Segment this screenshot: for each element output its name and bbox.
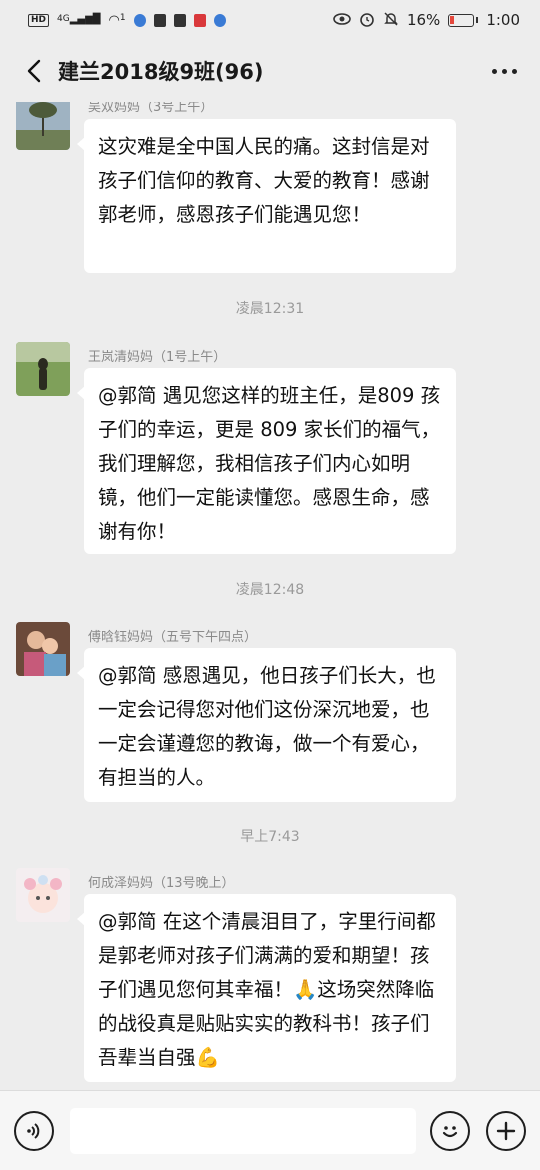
app-icon-notification <box>133 13 146 27</box>
app-icon-shield <box>173 13 186 27</box>
battery-tip <box>476 17 479 23</box>
message-bubble[interactable]: @郭简 遇见您这样的班主任，是809 孩子们的幸运，更是 809 家长们的福气，… <box>77 368 456 554</box>
app-icon-weibo <box>193 13 206 27</box>
sender-name: 吴双妈妈（3号上午） <box>88 102 214 115</box>
status-left: HD 4G▂▄▆█ ◠1 <box>28 12 226 28</box>
battery-icon <box>448 13 475 27</box>
app-icon-sim <box>153 13 166 27</box>
plus-icon <box>496 1121 516 1140</box>
message-bubble[interactable]: 这灾难是全中国人民的痛。这封信是对孩子们信仰的教育、大爱的教育！感谢郭老师，感恩… <box>77 119 456 273</box>
sender-name: 何成泽妈妈（13号晚上） <box>88 876 235 891</box>
message-text: @郭简 在这个清晨泪目了，字里行间都是郭老师对孩子们满满的爱和期望！孩子们遇见您… <box>98 910 436 1069</box>
status-right: 16% 1:00 <box>333 11 520 30</box>
mute-bell-icon <box>383 11 399 30</box>
message-text: 这灾难是全中国人民的痛。这封信是对孩子们信仰的教育、大爱的教育！感谢郭老师，感恩… <box>98 135 430 226</box>
smiley-icon <box>442 1125 458 1137</box>
chat-messages[interactable]: 吴双妈妈（3号上午） 这灾难是全中国人民的痛。这封信是对孩子们信仰的教育、大爱的… <box>0 102 540 1090</box>
timestamp: 凌晨12:48 <box>235 582 305 598</box>
more-button[interactable] <box>484 53 524 89</box>
sender-name: 傅晗钰妈妈（五号下午四点） <box>88 630 258 645</box>
message-bubble[interactable]: @郭简 在这个清晨泪目了，字里行间都是郭老师对孩子们满满的爱和期望！孩子们遇见您… <box>77 894 456 1082</box>
message-text: @郭简 遇见您这样的班主任，是809 孩子们的幸运，更是 809 家长们的福气，… <box>98 384 441 543</box>
eye-icon <box>333 12 351 28</box>
page-title: 建兰2018级9班(96) <box>58 60 264 84</box>
signal-label: 4G <box>57 14 70 24</box>
network-type: HD <box>28 13 50 27</box>
chevron-left-icon <box>27 59 41 83</box>
timestamp: 凌晨12:31 <box>235 301 305 317</box>
wifi-icon: ◠1 <box>108 12 126 28</box>
status-bar: HD 4G▂▄▆█ ◠1 16% 1:00 <box>0 0 540 40</box>
message-input[interactable] <box>70 1107 416 1154</box>
app-icon-browser <box>213 13 226 27</box>
signal-icon: 4G▂▄▆█ <box>57 14 101 25</box>
input-bar <box>0 1090 540 1170</box>
wifi-count: 1 <box>119 12 126 23</box>
message-bubble[interactable]: @郭简 感恩遇见，他日孩子们长大，也一定会记得您对他们这份深沉地爱，也一定会谨遵… <box>77 648 456 802</box>
more-dot <box>491 68 497 74</box>
status-time: 1:00 <box>486 10 520 29</box>
more-dot <box>501 68 507 74</box>
voice-icon <box>27 1122 40 1139</box>
back-button[interactable] <box>16 53 52 89</box>
more-dot <box>511 68 517 74</box>
voice-button[interactable] <box>14 1110 54 1151</box>
avatar[interactable] <box>16 868 70 922</box>
avatar[interactable] <box>16 342 70 396</box>
sender-name: 王岚清妈妈（1号上午） <box>88 350 227 365</box>
alarm-icon <box>359 11 375 30</box>
battery-percent: 16% <box>406 10 441 29</box>
emoji-button[interactable] <box>430 1110 470 1151</box>
avatar[interactable] <box>16 102 70 150</box>
nav-bar: 建兰2018级9班(96) <box>0 40 540 102</box>
plus-button[interactable] <box>486 1110 526 1151</box>
timestamp: 早上7:43 <box>240 829 300 845</box>
avatar[interactable] <box>16 622 70 676</box>
message-text: @郭简 感恩遇见，他日孩子们长大，也一定会记得您对他们这份深沉地爱，也一定会谨遵… <box>98 664 436 789</box>
